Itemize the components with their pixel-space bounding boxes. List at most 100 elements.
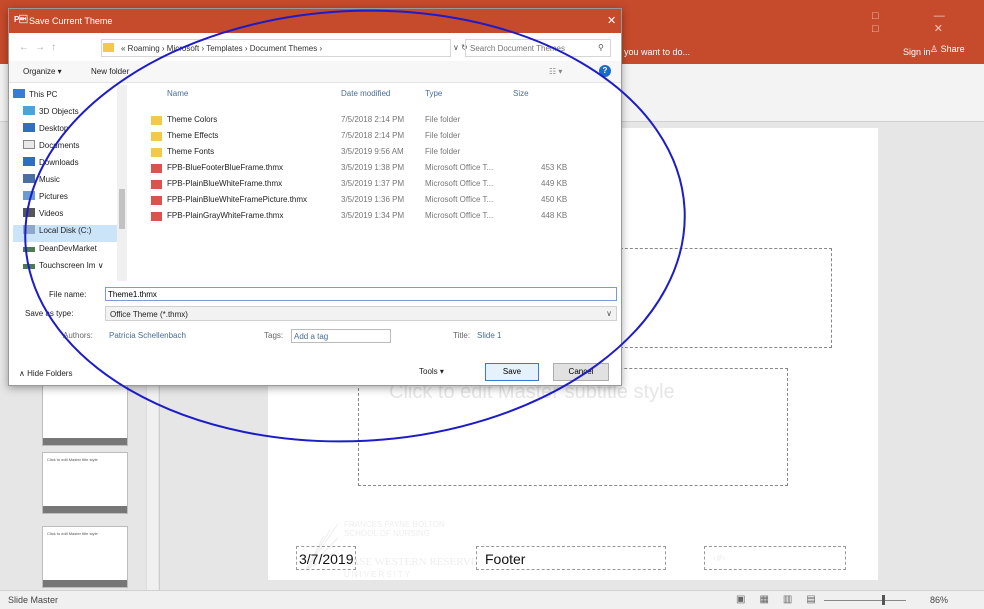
dialog-toolbar: Organize ▾ New folder ☷ ▾ ? [9, 61, 621, 83]
close-icon[interactable]: ✕ [607, 14, 616, 27]
zoom-slider[interactable] [824, 600, 906, 601]
zoom-level[interactable]: 86% [930, 595, 948, 605]
nav-item-label: DeanDevMarket [39, 244, 97, 253]
nav-item[interactable]: This PC [13, 89, 123, 106]
file-size: 453 KB [541, 163, 568, 172]
save-button[interactable]: Save [485, 363, 539, 381]
slide-thumbnail[interactable]: Click to edit Master title style [42, 526, 128, 588]
nav-item[interactable]: Music [23, 174, 129, 191]
nav-item-selected[interactable]: Local Disk (C:) [13, 225, 123, 242]
file-name: FPB-PlainBlueWhiteFramePicture.thmx [167, 195, 308, 204]
file-row[interactable]: Theme Fonts 3/5/2019 9:56 AM File folder [135, 147, 615, 159]
window-controls[interactable]: □ — □ ✕ [872, 10, 984, 35]
view-buttons[interactable]: ▣▦▥▤ [736, 594, 830, 605]
save-type-value: Office Theme (*.thmx) [110, 310, 188, 319]
nav-item-label: Pictures [39, 192, 68, 201]
sign-in-link[interactable]: Sign in [903, 47, 931, 57]
new-folder-button[interactable]: New folder [91, 67, 129, 76]
nav-item-label: Touchscreen Im ∨ [39, 261, 104, 270]
slide-thumbnail[interactable] [42, 384, 128, 446]
nav-item-label: Local Disk (C:) [39, 226, 92, 235]
save-type-label: Save as type: [25, 309, 74, 318]
file-row[interactable]: FPB-PlainBlueWhiteFrame.thmx 3/5/2019 1:3… [135, 179, 615, 191]
nav-item[interactable]: Touchscreen Im ∨ [23, 261, 129, 278]
nav-scrollbar[interactable] [117, 85, 127, 281]
date-text: 3/7/2019 [299, 551, 354, 567]
pictures-icon [23, 191, 35, 200]
file-date: 3/5/2019 9:56 AM [341, 147, 404, 156]
zoom-slider-handle[interactable] [882, 595, 885, 605]
file-row[interactable]: FPB-PlainBlueWhiteFramePicture.thmx 3/5/2… [135, 195, 615, 207]
nav-item[interactable]: Desktop [23, 123, 129, 140]
help-icon[interactable]: ? [599, 65, 611, 77]
nav-item-label: Videos [39, 209, 64, 218]
file-row[interactable]: Theme Effects 7/5/2018 2:14 PM File folder [135, 131, 615, 143]
nav-item[interactable]: Pictures [23, 191, 129, 208]
logo-line-2: SCHOOL OF NURSING [344, 529, 430, 538]
breadcrumb[interactable]: « Roaming › Microsoft › Templates › Docu… [121, 44, 322, 53]
nav-item[interactable]: DeanDevMarket [23, 244, 129, 261]
tell-me-search[interactable]: you want to do... [624, 47, 690, 57]
column-header-date[interactable]: Date modified [341, 89, 390, 98]
column-header-type[interactable]: Type [425, 89, 442, 98]
logo-line-3: CASE WESTERN RESERVE [344, 556, 478, 568]
slide-thumbnail[interactable]: Click to edit Master title style [42, 452, 128, 514]
file-date: 3/5/2019 1:37 PM [341, 179, 405, 188]
disk-icon [23, 225, 35, 234]
theme-file-icon [151, 180, 162, 189]
date-placeholder[interactable]: 3/7/2019 [296, 546, 356, 570]
file-row[interactable]: FPB-PlainGrayWhiteFrame.thmx 3/5/2019 1:3… [135, 211, 615, 223]
nav-item[interactable]: Documents [23, 140, 129, 157]
file-name: Theme Effects [167, 131, 219, 140]
folder-icon [103, 43, 114, 52]
cancel-button[interactable]: Cancel [553, 363, 609, 381]
nav-item[interactable]: 3D Objects [23, 106, 129, 123]
nav-item-label: Documents [39, 141, 80, 150]
authors-value[interactable]: Patricia Schellenbach [109, 331, 186, 340]
downloads-icon [23, 157, 35, 166]
file-type: File folder [425, 147, 461, 156]
share-label: Share [940, 44, 965, 54]
powerpoint-icon: P [14, 15, 28, 24]
footer-placeholder[interactable]: Footer [476, 546, 666, 570]
view-options-icon[interactable]: ☷ ▾ [549, 67, 562, 76]
file-row[interactable]: FPB-BlueFooterBlueFrame.thmx 3/5/2019 1:3… [135, 163, 615, 175]
tags-input[interactable]: Add a tag [291, 329, 391, 343]
folder-icon [151, 116, 162, 125]
file-name-input[interactable] [105, 287, 617, 301]
nav-scrollbar-thumb[interactable] [119, 189, 125, 229]
slide-number-placeholder[interactable]: ‹#› [704, 546, 846, 570]
thumbnail-title: Click to edit Master title style [47, 457, 98, 462]
organize-button[interactable]: Organize ▾ [23, 67, 62, 76]
file-size: 448 KB [541, 211, 568, 220]
hide-folders-toggle[interactable]: ∧ Hide Folders [19, 369, 72, 378]
folder-icon [151, 148, 162, 157]
file-name: FPB-PlainGrayWhiteFrame.thmx [167, 211, 284, 220]
theme-file-icon [151, 212, 162, 221]
search-box[interactable]: ⚲ [465, 39, 611, 57]
chevron-up-icon: ∧ [19, 369, 25, 378]
view-label: Slide Master [8, 595, 59, 605]
folder-icon [151, 132, 162, 141]
thumbnail-footer [43, 580, 127, 587]
pc-icon [13, 89, 25, 98]
dialog-title-bar: P Save Current Theme ✕ [9, 9, 621, 33]
nav-item[interactable]: Videos [23, 208, 129, 225]
nav-item[interactable]: Downloads [23, 157, 129, 174]
tags-label: Tags: [264, 331, 284, 340]
slide-number-text: ‹#› [713, 553, 726, 564]
save-type-row: Save as type: Office Theme (*.thmx) ∨ [9, 305, 621, 323]
title-value[interactable]: Slide 1 [477, 331, 501, 340]
tools-button[interactable]: Tools ▾ [419, 367, 444, 376]
search-input[interactable] [470, 42, 588, 54]
column-header-name[interactable]: Name [167, 89, 188, 98]
navigation-buttons[interactable]: ←→↑ [19, 42, 62, 53]
file-type: File folder [425, 115, 461, 124]
title-placeholder[interactable]: aster title [600, 248, 832, 348]
save-type-select[interactable]: Office Theme (*.thmx) ∨ [105, 306, 617, 321]
title-text: aster title [619, 267, 748, 299]
thumbnail-footer [43, 438, 127, 445]
column-header-size[interactable]: Size [513, 89, 529, 98]
file-row[interactable]: Theme Colors 7/5/2018 2:14 PM File folder [135, 115, 615, 127]
share-button[interactable]: ♙ Share [930, 44, 965, 55]
